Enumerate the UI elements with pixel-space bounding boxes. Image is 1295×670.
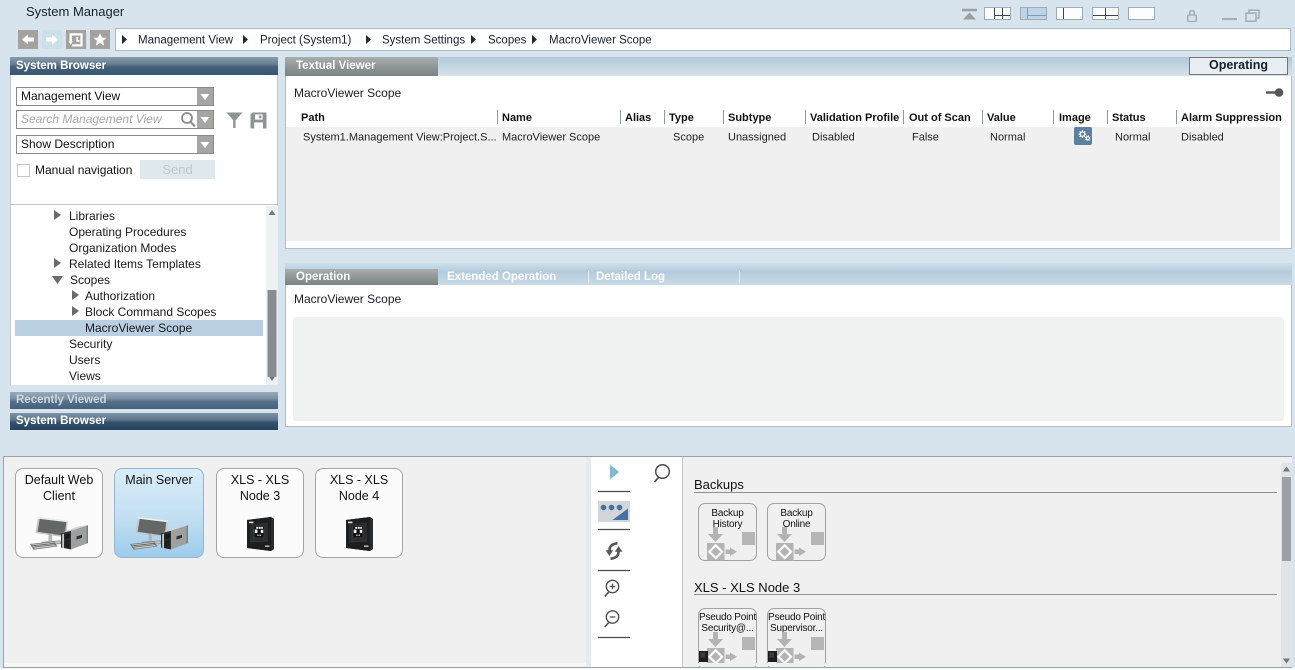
svg-text:Unassigned: Unassigned: [728, 132, 786, 144]
svg-text:Project (System1): Project (System1): [260, 35, 352, 47]
svg-text:Status: Status: [1112, 112, 1146, 124]
svg-text:Out of Scan: Out of Scan: [909, 112, 971, 124]
svg-text:Type: Type: [669, 112, 694, 124]
svg-text:Image: Image: [1059, 112, 1091, 124]
svg-text:Subtype: Subtype: [728, 112, 771, 124]
svg-text:Libraries: Libraries: [69, 209, 115, 223]
svg-text:Related Items Templates: Related Items Templates: [69, 257, 201, 271]
svg-text:System Settings: System Settings: [382, 35, 465, 47]
svg-text:Validation Profile: Validation Profile: [810, 112, 899, 124]
svg-text:MacroViewer Scope: MacroViewer Scope: [502, 132, 600, 144]
svg-text:Scope: Scope: [673, 132, 704, 144]
svg-text:Disabled: Disabled: [812, 132, 855, 144]
svg-text:Name: Name: [502, 112, 532, 124]
svg-text:Authorization: Authorization: [85, 289, 155, 303]
svg-text:Users: Users: [69, 353, 100, 367]
svg-text:Value: Value: [987, 112, 1016, 124]
svg-text:Operating Procedures: Operating Procedures: [69, 225, 186, 239]
svg-text:Alias: Alias: [625, 112, 651, 124]
svg-text:Block Command Scopes: Block Command Scopes: [85, 305, 216, 319]
svg-text:Security: Security: [69, 337, 112, 351]
svg-text:System1.Management View:Projec: System1.Management View:Project.S...: [303, 132, 497, 144]
svg-text:Normal: Normal: [1115, 132, 1150, 144]
svg-text:Disabled: Disabled: [1181, 132, 1224, 144]
svg-text:Path: Path: [301, 112, 325, 124]
svg-text:Management View: Management View: [138, 35, 234, 47]
svg-text:MacroViewer Scope: MacroViewer Scope: [549, 35, 652, 47]
svg-text:Scopes: Scopes: [488, 35, 527, 47]
svg-text:Normal: Normal: [990, 132, 1025, 144]
svg-text:Alarm Suppression: Alarm Suppression: [1181, 112, 1282, 124]
svg-text:False: False: [912, 132, 939, 144]
svg-text:Views: Views: [69, 369, 101, 383]
svg-text:Organization Modes: Organization Modes: [69, 241, 176, 255]
svg-text:Scopes: Scopes: [70, 273, 110, 287]
svg-text:MacroViewer Scope: MacroViewer Scope: [85, 321, 192, 335]
